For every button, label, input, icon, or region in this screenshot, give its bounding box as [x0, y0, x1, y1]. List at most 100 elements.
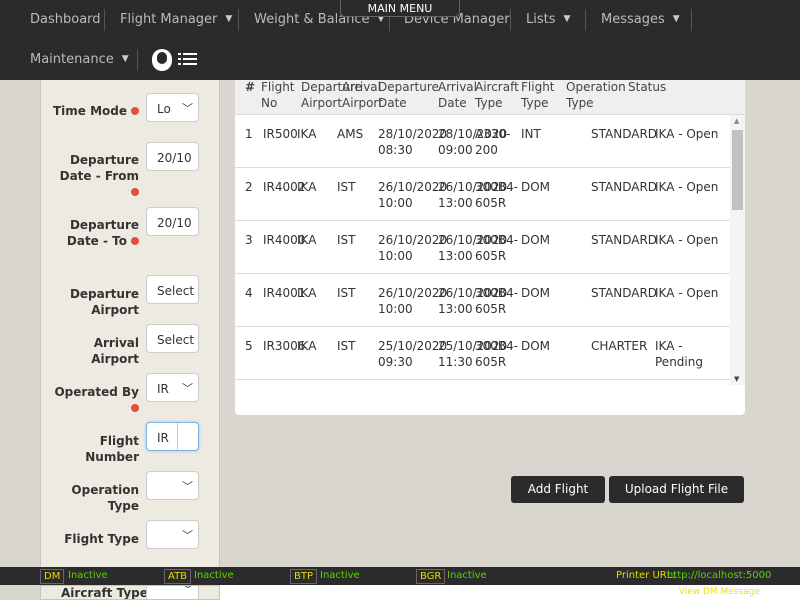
filter-panel-continued: Aircraft Type ﹀ — [40, 585, 220, 600]
table-row[interactable]: 3 IR4000 IKA IST 26/10/2020 10:00 26/10/2020 … — [235, 221, 730, 274]
divider — [510, 9, 511, 31]
add-flight-button[interactable]: Add Flight — [511, 476, 605, 503]
device-tag-bgr: BGR — [416, 569, 446, 584]
table-row[interactable]: 1 IR500 IKA AMS 28/10/2020 08:30 28/10/2020 0… — [235, 115, 730, 168]
cell-arrival-airport: IST — [337, 233, 356, 247]
column-header-arrival-date[interactable]: Arrival Date — [438, 80, 477, 111]
scroll-up-icon[interactable]: ▲ — [734, 117, 739, 125]
arrival-airport-select[interactable]: Select — [146, 324, 199, 353]
column-header-aircraft-type[interactable]: Aircraft Type — [475, 80, 519, 111]
cell-departure-airport: IKA — [297, 127, 317, 141]
cell-status: IKA - Pending — [655, 339, 703, 369]
view-dm-message-link[interactable]: View DM Message — [679, 587, 760, 597]
column-header-operation-type[interactable]: Operation Type — [566, 80, 626, 111]
cell-flight-type: DOM — [521, 180, 551, 194]
nav-label: Lists — [526, 11, 556, 27]
cell-status: IKA - Open — [655, 286, 719, 300]
cell-status: IKA - Open — [655, 180, 719, 194]
cell-departure-date: 26/10/2020 10:00 — [378, 233, 448, 263]
table-row[interactable]: 4 IR4001 IKA IST 26/10/2020 10:00 26/10/2020 … — [235, 274, 730, 327]
required-indicator — [131, 107, 139, 115]
device-tag-btp: BTP — [290, 569, 317, 584]
nav-messages[interactable]: Messages ▼ — [601, 9, 680, 29]
flight-number-input[interactable]: IR — [146, 422, 199, 451]
cell-aircraft-type: 300B4- 605R — [475, 339, 519, 369]
nav-label: Maintenance — [30, 51, 114, 67]
top-navigation: MAIN MENU Dashboard Flight Manager ▼ Weig… — [0, 0, 800, 80]
departure-to-label: Departure Date - To — [66, 218, 139, 248]
time-mode-select[interactable]: Lo ﹀ — [146, 93, 199, 122]
cell-departure-date: 28/10/2020 08:30 — [378, 127, 448, 157]
column-header-departure-date[interactable]: Departure Date — [378, 80, 439, 111]
cell-num: 3 — [245, 233, 253, 247]
scrollbar-thumb[interactable] — [732, 130, 743, 210]
divider — [137, 49, 138, 71]
cell-operation-type: STANDARD — [591, 286, 658, 300]
divider — [691, 9, 692, 31]
table-scrollbar[interactable]: ▲ ▼ — [730, 115, 745, 385]
column-header-status[interactable]: Status — [628, 80, 666, 95]
list-menu-icon[interactable] — [178, 53, 198, 67]
divider — [238, 9, 239, 31]
cell-flight-no: IR500 — [263, 127, 298, 141]
cell-aircraft-type: 300B4- 605R — [475, 180, 519, 210]
caret-down-icon: ▼ — [563, 14, 571, 24]
flight-number-label: Flight Number — [85, 434, 139, 464]
upload-flight-file-button[interactable]: Upload Flight File — [609, 476, 744, 503]
device-state: Inactive — [447, 570, 487, 581]
cell-departure-airport: IKA — [297, 180, 317, 194]
cell-departure-date: 26/10/2020 10:00 — [378, 286, 448, 316]
nav-maintenance[interactable]: Maintenance ▼ — [30, 49, 129, 69]
cell-departure-airport: IKA — [297, 339, 317, 353]
operated-by-select[interactable]: IR ﹀ — [146, 373, 199, 402]
aircraft-type-select[interactable]: ﹀ — [146, 585, 199, 599]
cell-arrival-airport: AMS — [337, 127, 364, 141]
printer-url-value: http://localhost:5000 — [667, 570, 772, 581]
cell-aircraft-type: 300B4- 605R — [475, 233, 519, 263]
cell-arrival-airport: IST — [337, 339, 356, 353]
table-row[interactable]: 2 IR4002 IKA IST 26/10/2020 10:00 26/10/2020 … — [235, 168, 730, 221]
chevron-down-icon: ﹀ — [182, 529, 193, 542]
departure-airport-select[interactable]: Select — [146, 275, 199, 304]
cell-operation-type: CHARTER — [591, 339, 648, 353]
table-header: # Flight No Departure Airport Arrival Airpo… — [235, 80, 745, 115]
cell-num: 2 — [245, 180, 253, 194]
status-bar: DM Inactive ATB Inactive BTP Inactive BGR In… — [0, 567, 800, 585]
column-header-arrival-airport[interactable]: Arrival Airport — [342, 80, 383, 111]
cell-num: 4 — [245, 286, 253, 300]
divider — [585, 9, 586, 31]
caret-down-icon: ▼ — [225, 14, 233, 24]
cell-flight-type: DOM — [521, 339, 551, 353]
nav-lists[interactable]: Lists ▼ — [526, 9, 570, 29]
cell-num: 1 — [245, 127, 253, 141]
nav-label: Dashboard — [30, 11, 101, 27]
departure-from-label: Departure Date - From — [49, 152, 139, 200]
cell-flight-type: INT — [521, 127, 541, 141]
column-header-flight-no[interactable]: Flight No — [261, 80, 295, 111]
cell-departure-date: 25/10/2020 09:30 — [378, 339, 448, 369]
device-tag-atb: ATB — [164, 569, 192, 584]
caret-down-icon: ▼ — [672, 14, 680, 24]
departure-from-input[interactable]: 20/10 — [146, 142, 199, 171]
column-header-num[interactable]: # — [245, 80, 255, 95]
departure-airport-label: Departure Airport — [69, 287, 139, 317]
column-header-flight-type[interactable]: Flight Type — [521, 80, 555, 111]
flights-table: # Flight No Departure Airport Arrival Airpo… — [235, 80, 745, 415]
main-menu-toggle[interactable]: MAIN MENU — [340, 0, 460, 17]
required-indicator — [131, 188, 139, 196]
nav-dashboard[interactable]: Dashboard — [30, 9, 101, 29]
chevron-down-icon: ﹀ — [183, 585, 193, 596]
nav-flight-manager[interactable]: Flight Manager ▼ — [120, 9, 232, 29]
divider — [104, 9, 105, 31]
nav-label: Messages — [601, 11, 665, 27]
cell-operation-type: STANDARD — [591, 127, 658, 141]
cell-aircraft-type: 300B4- 605R — [475, 286, 519, 316]
device-state: Inactive — [320, 570, 360, 581]
scroll-down-icon[interactable]: ▼ — [734, 375, 739, 383]
user-profile-icon[interactable] — [152, 49, 172, 71]
table-row[interactable]: 5 IR3006 IKA IST 25/10/2020 09:30 25/10/2020 … — [235, 327, 730, 380]
flight-type-select[interactable]: ﹀ — [146, 520, 199, 549]
flight-type-label: Flight Type — [64, 532, 139, 546]
departure-to-input[interactable]: 20/10 — [146, 207, 199, 236]
operation-type-select[interactable]: ﹀ — [146, 471, 199, 500]
